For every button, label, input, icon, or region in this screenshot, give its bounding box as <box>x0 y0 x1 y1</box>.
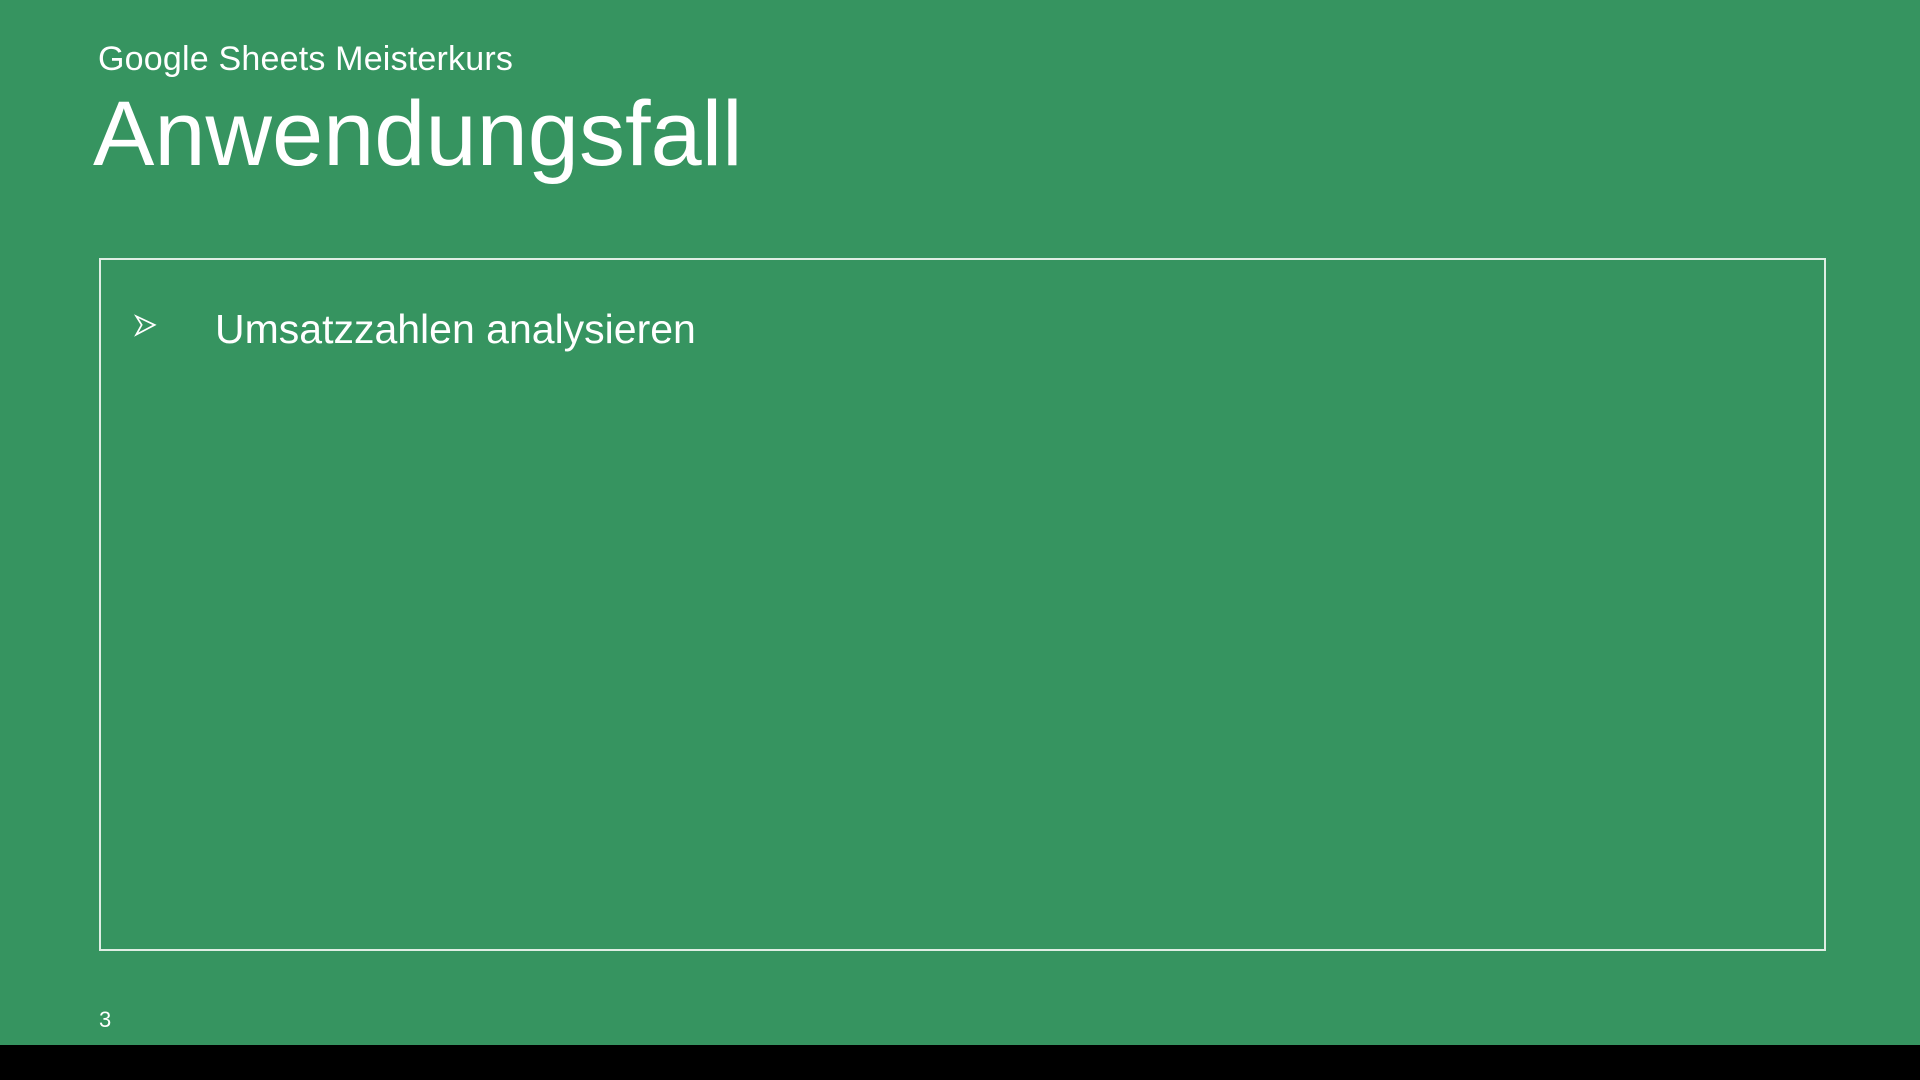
bullet-item: Umsatzzahlen analysieren <box>131 305 1794 354</box>
page-number: 3 <box>99 1007 111 1033</box>
chevron-right-icon <box>133 313 161 341</box>
bottom-bar <box>0 1045 1920 1080</box>
presentation-slide: Google Sheets Meisterkurs Anwendungsfall… <box>0 0 1920 1045</box>
content-box: Umsatzzahlen analysieren <box>99 258 1826 951</box>
slide-title: Anwendungsfall <box>93 86 743 183</box>
slide-subtitle: Google Sheets Meisterkurs <box>98 40 513 79</box>
bullet-text: Umsatzzahlen analysieren <box>215 305 1794 354</box>
